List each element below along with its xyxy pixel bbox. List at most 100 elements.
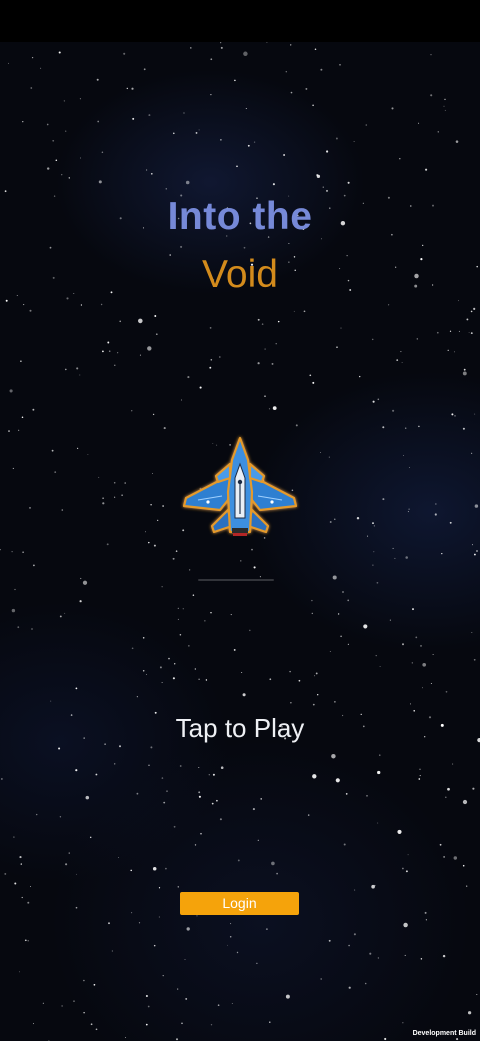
star: [377, 822, 379, 824]
star: [168, 657, 170, 660]
star: [59, 816, 62, 818]
star: [449, 521, 452, 524]
star: [372, 400, 375, 403]
star: [124, 482, 126, 484]
star: [40, 67, 42, 69]
star: [61, 174, 63, 176]
star: [138, 318, 143, 324]
star: [419, 775, 421, 777]
star: [210, 612, 212, 614]
star: [336, 346, 338, 348]
star: [52, 139, 55, 142]
star: [405, 556, 408, 559]
star: [230, 614, 232, 616]
star: [407, 511, 409, 513]
star: [229, 936, 232, 938]
star: [152, 472, 153, 474]
star: [379, 754, 381, 756]
star: [90, 1023, 93, 1026]
star: [251, 548, 253, 551]
star: [256, 962, 258, 964]
star: [342, 591, 344, 593]
star: [466, 885, 468, 887]
star: [163, 427, 166, 430]
game-title-line-2: Void: [202, 253, 278, 296]
star: [18, 429, 20, 431]
star: [194, 844, 197, 846]
star: [83, 1011, 85, 1014]
star: [117, 352, 119, 354]
star: [454, 415, 456, 417]
star: [443, 105, 445, 107]
star: [63, 100, 66, 102]
star: [190, 47, 192, 49]
star: [473, 553, 476, 556]
star: [437, 131, 440, 133]
star: [268, 408, 271, 410]
star: [150, 746, 153, 749]
star: [394, 557, 396, 559]
star: [102, 350, 104, 353]
star: [261, 323, 264, 325]
star: [329, 651, 331, 653]
star: [198, 678, 200, 680]
star: [210, 58, 213, 61]
star: [266, 42, 268, 43]
star: [150, 172, 153, 175]
star: [353, 933, 356, 936]
star: [392, 547, 394, 549]
star: [181, 399, 182, 401]
star: [73, 1000, 75, 1002]
star: [334, 701, 336, 703]
star: [23, 304, 25, 306]
star: [420, 645, 422, 647]
star: [257, 839, 259, 841]
star: [259, 576, 261, 578]
star: [375, 655, 377, 657]
star: [314, 675, 316, 677]
game-canvas[interactable]: Into the Void Tap to Play Login Developm…: [0, 42, 480, 1041]
star: [331, 753, 336, 759]
star: [12, 467, 14, 469]
login-button[interactable]: Login: [180, 892, 299, 915]
star: [399, 157, 401, 160]
star: [272, 183, 275, 186]
star: [371, 338, 374, 341]
star: [46, 167, 50, 170]
star: [312, 104, 314, 107]
star: [269, 678, 272, 681]
star: [418, 122, 420, 124]
star: [162, 974, 164, 977]
star: [237, 859, 240, 862]
star: [75, 906, 78, 909]
star: [216, 799, 218, 802]
star: [200, 832, 202, 835]
star: [177, 607, 179, 610]
star: [343, 843, 346, 846]
star: [130, 869, 132, 872]
star: [147, 1005, 150, 1008]
star: [145, 673, 147, 675]
star: [76, 367, 79, 370]
star: [198, 791, 201, 794]
star: [187, 376, 190, 379]
star: [220, 766, 224, 769]
star: [54, 471, 57, 473]
star: [24, 939, 27, 942]
star: [165, 188, 167, 190]
star: [177, 988, 179, 990]
star: [271, 861, 275, 866]
star: [177, 886, 180, 888]
star: [312, 774, 317, 779]
star: [443, 856, 445, 858]
star: [95, 773, 98, 776]
tap-to-play-prompt[interactable]: Tap to Play: [0, 710, 480, 746]
star: [106, 543, 109, 546]
star: [337, 613, 340, 615]
star: [101, 151, 104, 154]
star: [418, 425, 420, 428]
star: [11, 550, 13, 553]
star: [142, 669, 145, 672]
star: [172, 557, 175, 560]
star: [100, 303, 103, 306]
